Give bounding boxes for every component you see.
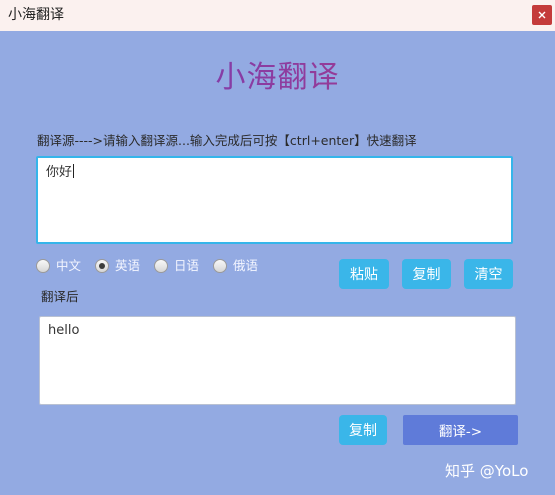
language-option-chinese[interactable]: 中文: [36, 258, 81, 274]
translate-button[interactable]: 翻译->: [403, 415, 518, 445]
radio-japanese[interactable]: [154, 259, 169, 273]
source-input-text: 你好: [46, 164, 75, 182]
language-option-russian[interactable]: 俄语: [213, 258, 258, 274]
close-icon: [538, 11, 546, 19]
result-output-text: hello: [48, 323, 80, 338]
copy-result-button[interactable]: 复制: [339, 415, 387, 445]
language-label-russian: 俄语: [233, 258, 259, 273]
radio-chinese[interactable]: [36, 259, 50, 273]
source-label: 翻译源---->请输入翻译源...输入完成后可按【ctrl+enter】快速翻译: [37, 133, 417, 148]
copy-source-button[interactable]: 复制: [402, 259, 451, 289]
title-bar[interactable]: 小海翻译: [0, 0, 555, 31]
source-input-value: 你好: [46, 165, 73, 180]
app-window: 小海翻译 小海翻译 翻译源---->请输入翻译源...输入完成后可按【ctrl+…: [0, 0, 555, 495]
language-selector: 中文 英语 日语 俄语: [36, 256, 272, 276]
result-label: 翻译后: [41, 289, 79, 304]
source-input[interactable]: 你好: [36, 156, 513, 244]
paste-button[interactable]: 粘贴: [339, 259, 389, 289]
result-output[interactable]: hello: [39, 316, 516, 405]
watermark: 知乎 @YoLo: [445, 462, 529, 480]
language-option-japanese[interactable]: 日语: [154, 258, 199, 274]
language-option-english[interactable]: 英语: [95, 258, 140, 274]
window-title: 小海翻译: [8, 7, 64, 23]
radio-english[interactable]: [95, 259, 110, 273]
language-label-chinese: 中文: [56, 258, 82, 273]
radio-russian[interactable]: [213, 259, 228, 273]
language-label-english: 英语: [115, 258, 141, 273]
text-caret: [73, 164, 75, 178]
close-button[interactable]: [532, 5, 552, 25]
app-heading: 小海翻译: [0, 58, 555, 98]
clear-button[interactable]: 清空: [464, 259, 513, 289]
language-label-japanese: 日语: [174, 258, 200, 273]
